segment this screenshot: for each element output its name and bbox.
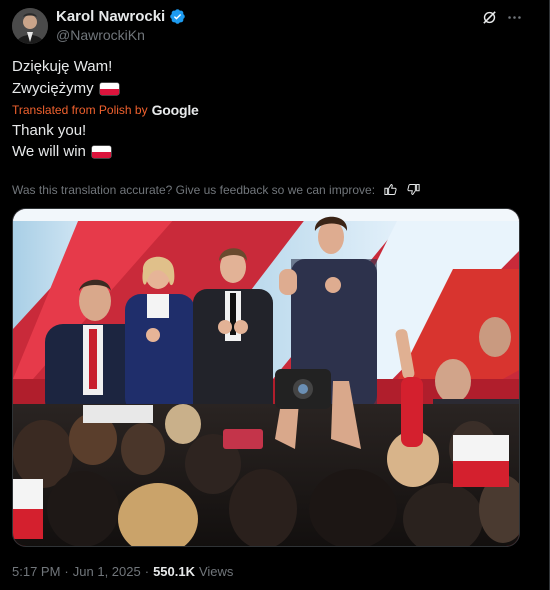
thumbs-down-icon[interactable] [406,182,421,197]
photo-victory-stage-icon [13,209,519,546]
tweet-original-line-1: Dziękuję Wam! [12,58,112,75]
translated-text-1: Thank you! [12,122,87,139]
author-name[interactable]: Karol Nawrocki [56,8,165,25]
translated-from-label: Translated from Polish by [12,103,148,117]
tweet-translated-line-1: Thank you! [12,122,86,139]
avatar-photo-icon [12,8,48,44]
author-name-row[interactable]: Karol Nawrocki [56,8,186,25]
tweet-card: Karol Nawrocki @NawrockiKn Dziękuję Wam!… [0,0,550,590]
tweet-time[interactable]: 5:17 PM [12,564,60,579]
poland-flag-icon [99,82,119,95]
translated-text-2: We will win [12,143,86,160]
tweet-date[interactable]: Jun 1, 2025 [73,564,141,579]
thumbs-up-icon[interactable] [383,182,398,197]
views-label[interactable]: Views [199,564,233,579]
translation-feedback: Was this translation accurate? Give us f… [12,182,421,197]
translation-attribution: Translated from Polish by Google [12,102,199,118]
tweet-media-photo[interactable] [12,208,520,547]
author-avatar[interactable] [12,8,48,44]
original-text-2: Zwyciężymy [12,80,94,97]
tweet-meta: 5:17 PM · Jun 1, 2025 · 550.1K Views [12,564,233,579]
more-options-icon[interactable] [506,9,523,26]
meta-separator: · [144,564,150,579]
original-text-1: Dziękuję Wam! [12,58,113,75]
views-count[interactable]: 550.1K [153,564,195,579]
meta-separator: · [64,564,69,579]
google-logo: Google [151,102,199,118]
tweet-translated-line-2: We will win [12,143,111,160]
tweet-original-line-2: Zwyciężymy [12,80,119,97]
grok-icon[interactable] [481,9,498,26]
verified-badge-icon [170,9,185,24]
feedback-question: Was this translation accurate? Give us f… [12,182,376,197]
author-handle[interactable]: @NawrockiKn [56,27,145,43]
poland-flag-icon [91,145,111,158]
